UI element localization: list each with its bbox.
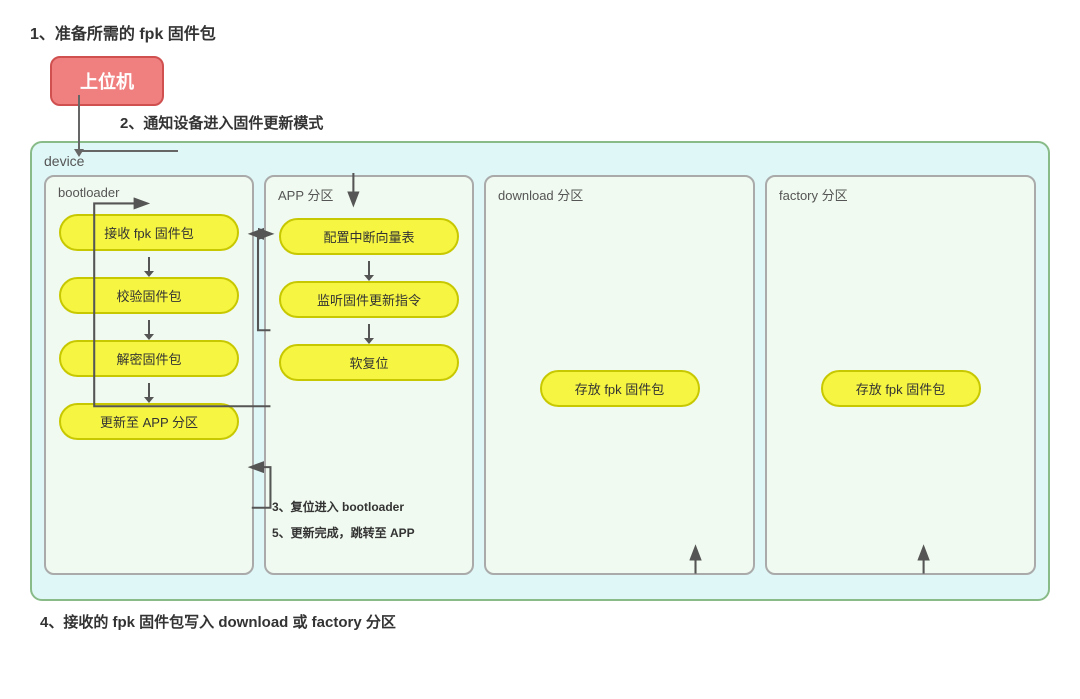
app-item-1: 监听固件更新指令 [279, 281, 459, 318]
download-content: 存放 fpk 固件包 [540, 212, 700, 565]
bootloader-item-2: 解密固件包 [59, 340, 239, 377]
section-app: APP 分区 配置中断向量表 监听固件更新指令 软复位 3、复位进入 bootl… [264, 175, 474, 575]
app-title: APP 分区 [274, 185, 333, 204]
host-horizontal-line [78, 150, 178, 152]
arrow-3 [368, 261, 370, 275]
step3-label: 3、复位进入 bootloader [272, 498, 404, 515]
device-container: device bootloader 接收 fpk 固件包 校验固件包 解密固件包… [30, 141, 1050, 601]
bootloader-item-3: 更新至 APP 分区 [59, 403, 239, 440]
bootloader-item-0: 接收 fpk 固件包 [59, 214, 239, 251]
step5-label: 5、更新完成，跳转至 APP [272, 524, 415, 541]
step1-label: 1、准备所需的 fpk 固件包 [30, 20, 1050, 44]
arrow-4 [368, 324, 370, 338]
step2-label: 2、通知设备进入固件更新模式 [120, 112, 1050, 133]
download-item: 存放 fpk 固件包 [540, 370, 700, 407]
app-item-2: 软复位 [279, 344, 459, 381]
factory-item: 存放 fpk 固件包 [821, 370, 981, 407]
arrow-1 [148, 320, 150, 334]
arrow-2 [148, 383, 150, 397]
sections-row: bootloader 接收 fpk 固件包 校验固件包 解密固件包 更新至 AP… [44, 175, 1036, 575]
device-label: device [44, 153, 1036, 169]
download-title: download 分区 [494, 185, 583, 204]
bootloader-item-1: 校验固件包 [59, 277, 239, 314]
host-down-line [78, 95, 80, 150]
step4-label: 4、接收的 fpk 固件包写入 download 或 factory 分区 [40, 611, 1050, 632]
arrow-0 [148, 257, 150, 271]
main-container: 1、准备所需的 fpk 固件包 上位机 2、通知设备进入固件更新模式 devic… [0, 0, 1080, 699]
app-item-0: 配置中断向量表 [279, 218, 459, 255]
factory-content: 存放 fpk 固件包 [821, 212, 981, 565]
section-download: download 分区 存放 fpk 固件包 [484, 175, 755, 575]
section-factory: factory 分区 存放 fpk 固件包 [765, 175, 1036, 575]
host-box: 上位机 [50, 56, 164, 106]
factory-title: factory 分区 [775, 185, 848, 204]
bootloader-title: bootloader [54, 185, 119, 200]
section-bootloader: bootloader 接收 fpk 固件包 校验固件包 解密固件包 更新至 AP… [44, 175, 254, 575]
